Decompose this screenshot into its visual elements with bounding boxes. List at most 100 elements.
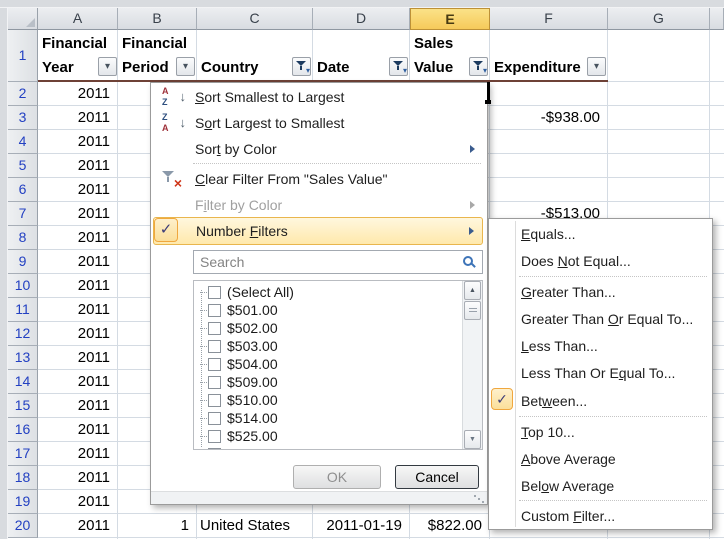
cell-a3[interactable]: 2011 xyxy=(38,106,114,130)
row-header-15[interactable]: 15 xyxy=(8,394,38,418)
checkbox-icon[interactable] xyxy=(208,376,221,389)
checkbox-icon[interactable] xyxy=(208,394,221,407)
menu-item-sort-largest-to-smallest[interactable]: ZA↓ Sort Largest to Smallest xyxy=(153,110,483,136)
column-header-f[interactable]: F xyxy=(490,8,608,30)
cell-a12[interactable]: 2011 xyxy=(38,322,114,346)
checkbox-icon[interactable] xyxy=(208,340,221,353)
row-header-14[interactable]: 14 xyxy=(8,370,38,394)
cell-a19[interactable]: 2011 xyxy=(38,490,114,514)
row-header-6[interactable]: 6 xyxy=(8,178,38,202)
submenu-item-above-average[interactable]: Above Average xyxy=(521,446,707,473)
row-header-8[interactable]: 8 xyxy=(8,226,38,250)
checkbox-icon[interactable] xyxy=(208,430,221,443)
submenu-item-less-than[interactable]: Less Than... xyxy=(521,333,707,360)
filter-value-item[interactable]: $504.00 xyxy=(196,355,278,373)
menu-item-clear-filter[interactable]: × Clear Filter From "Sales Value" xyxy=(153,166,483,192)
cancel-button[interactable]: Cancel xyxy=(395,465,479,489)
cell-a5[interactable]: 2011 xyxy=(38,154,114,178)
row-header-10[interactable]: 10 xyxy=(8,274,38,298)
column-header-h-partial[interactable] xyxy=(710,8,724,30)
submenu-item-between[interactable]: Between... xyxy=(521,387,707,415)
filter-value-item[interactable]: $509.00 xyxy=(196,373,278,391)
column-header-a[interactable]: A xyxy=(38,8,118,30)
submenu-item-below-average[interactable]: Below Average xyxy=(521,473,707,500)
checkbox-icon[interactable] xyxy=(208,448,221,451)
row-header-7[interactable]: 7 xyxy=(8,202,38,226)
cell-d20[interactable]: 2011-01-19 xyxy=(313,514,406,538)
cell-a16[interactable]: 2011 xyxy=(38,418,114,442)
row-header-1[interactable]: 1 xyxy=(8,30,38,82)
submenu-item-top-10[interactable]: Top 10... xyxy=(521,419,707,446)
submenu-item-less-than-or-equal[interactable]: Less Than Or Equal To... xyxy=(521,360,707,387)
cell-a10[interactable]: 2011 xyxy=(38,274,114,298)
column-header-c[interactable]: C xyxy=(197,8,313,30)
filter-value-item[interactable]: $525.00 xyxy=(196,427,278,445)
filter-value-item-partial[interactable] xyxy=(196,445,227,450)
filter-button-country[interactable]: ▾ xyxy=(292,57,311,76)
cell-a18[interactable]: 2011 xyxy=(38,466,114,490)
row-header-12[interactable]: 12 xyxy=(8,322,38,346)
scrollbar-thumb[interactable] xyxy=(464,301,481,320)
column-header-b[interactable]: B xyxy=(118,8,197,30)
submenu-item-greater-than-or-equal[interactable]: Greater Than Or Equal To... xyxy=(521,306,707,333)
cell-f3[interactable]: -$938.00 xyxy=(490,106,604,130)
checkbox-icon[interactable] xyxy=(208,322,221,335)
cell-b20[interactable]: 1 xyxy=(118,514,193,538)
cell-a8[interactable]: 2011 xyxy=(38,226,114,250)
submenu-item-custom-filter[interactable]: Custom Filter... xyxy=(521,503,707,530)
ok-button[interactable]: OK xyxy=(293,465,381,489)
row-header-13[interactable]: 13 xyxy=(8,346,38,370)
cell-a7[interactable]: 2011 xyxy=(38,202,114,226)
cell-a14[interactable]: 2011 xyxy=(38,370,114,394)
filter-value-item[interactable]: $510.00 xyxy=(196,391,278,409)
column-header-g[interactable]: G xyxy=(608,8,710,30)
checkbox-icon[interactable] xyxy=(208,358,221,371)
row-header-4[interactable]: 4 xyxy=(8,130,38,154)
cell-a11[interactable]: 2011 xyxy=(38,298,114,322)
menu-item-sort-by-color[interactable]: Sort by Color xyxy=(153,136,483,162)
cell-e20[interactable]: $822.00 xyxy=(410,514,486,538)
column-header-d[interactable]: D xyxy=(313,8,410,30)
cell-a6[interactable]: 2011 xyxy=(38,178,114,202)
row-header-16[interactable]: 16 xyxy=(8,418,38,442)
cell-a9[interactable]: 2011 xyxy=(38,250,114,274)
cell-a17[interactable]: 2011 xyxy=(38,442,114,466)
filter-button-financial-period[interactable]: ▾ xyxy=(176,57,195,76)
filter-button-financial-year[interactable]: ▾ xyxy=(98,57,117,76)
scrollbar-up-arrow[interactable]: ▲ xyxy=(464,281,481,300)
filter-value-item[interactable]: $503.00 xyxy=(196,337,278,355)
row-header-2[interactable]: 2 xyxy=(8,82,38,106)
cell-c20[interactable]: United States xyxy=(197,514,311,538)
filter-button-sales-value[interactable]: ▾ xyxy=(469,57,488,76)
row-header-3[interactable]: 3 xyxy=(8,106,38,130)
filter-button-expenditure[interactable]: ▾ xyxy=(587,57,606,76)
row-header-11[interactable]: 11 xyxy=(8,298,38,322)
select-all-corner-button[interactable] xyxy=(8,8,38,30)
menu-item-sort-smallest-to-largest[interactable]: AZ↓ Sort Smallest to Largest xyxy=(153,84,483,110)
filter-button-date[interactable]: ▾ xyxy=(389,57,408,76)
row-header-9[interactable]: 9 xyxy=(8,250,38,274)
cell-a4[interactable]: 2011 xyxy=(38,130,114,154)
submenu-item-equals[interactable]: Equals... xyxy=(521,221,707,248)
filter-value-item[interactable]: $501.00 xyxy=(196,301,278,319)
cell-a2[interactable]: 2011 xyxy=(38,82,114,106)
row-header-20[interactable]: 20 xyxy=(8,514,38,538)
cell-a20[interactable]: 2011 xyxy=(38,514,114,538)
submenu-item-greater-than[interactable]: Greater Than... xyxy=(521,279,707,306)
filter-value-item[interactable]: $514.00 xyxy=(196,409,278,427)
scrollbar-down-arrow[interactable]: ▼ xyxy=(464,430,481,449)
checkbox-icon[interactable] xyxy=(208,304,221,317)
cell-a13[interactable]: 2011 xyxy=(38,346,114,370)
column-header-e-selected[interactable]: E xyxy=(410,8,490,30)
row-header-19[interactable]: 19 xyxy=(8,490,38,514)
menu-resize-footer[interactable] xyxy=(151,491,487,504)
cell-a15[interactable]: 2011 xyxy=(38,394,114,418)
row-header-17[interactable]: 17 xyxy=(8,442,38,466)
checkbox-icon[interactable] xyxy=(208,286,221,299)
filter-value-item[interactable]: $502.00 xyxy=(196,319,278,337)
row-header-5[interactable]: 5 xyxy=(8,154,38,178)
row-header-18[interactable]: 18 xyxy=(8,466,38,490)
list-scrollbar[interactable]: ▲ ▼ xyxy=(462,281,482,449)
checkbox-icon[interactable] xyxy=(208,412,221,425)
menu-item-number-filters[interactable]: Number Filters xyxy=(153,217,483,245)
